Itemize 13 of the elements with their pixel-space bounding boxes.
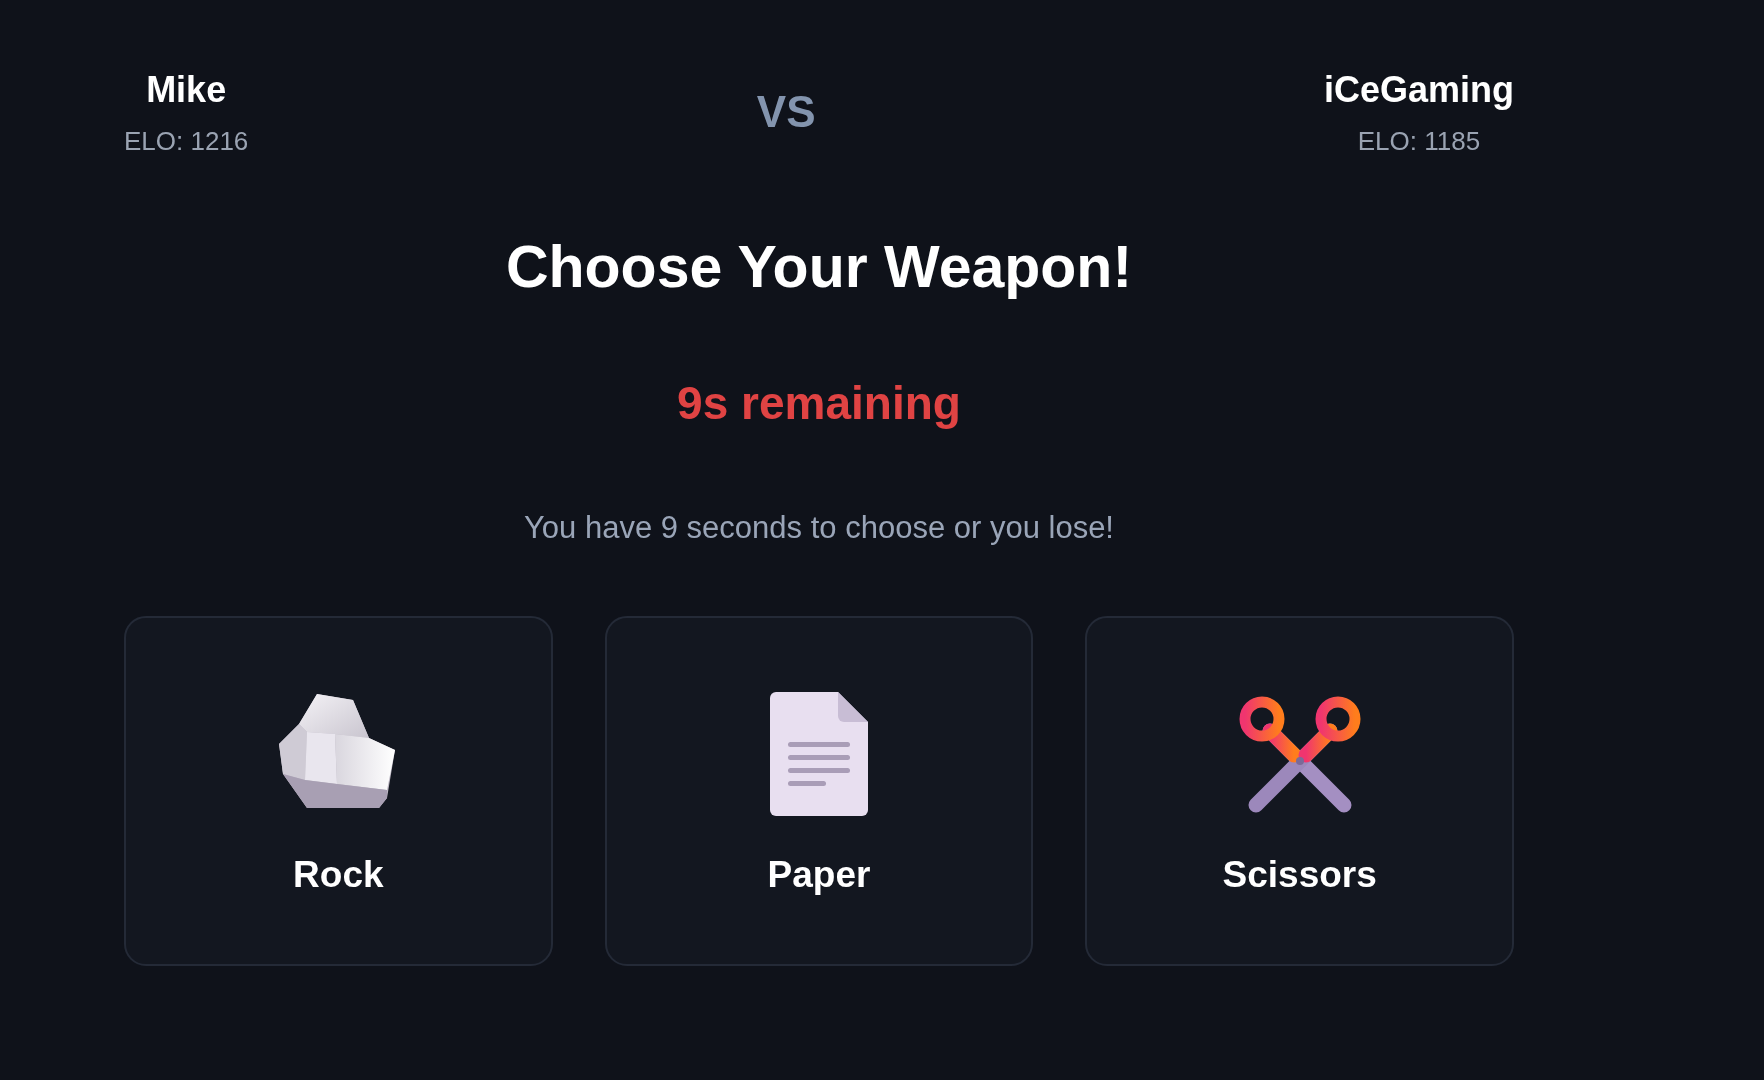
- player-name: Mike: [146, 68, 227, 112]
- weapon-choice-button[interactable]: Scissors: [1085, 616, 1514, 966]
- countdown-timer: 9s remaining: [677, 376, 961, 431]
- time-limit-notice: You have 9 seconds to choose or you lose!: [524, 509, 1114, 547]
- player-elo: ELO: 1216: [124, 125, 249, 157]
- player-elo: ELO: 1185: [1357, 125, 1481, 157]
- scissors-icon: [1237, 695, 1362, 813]
- page-heading: Choose Your Weapon!: [505, 233, 1133, 302]
- weapon-choice-button[interactable]: Paper: [604, 616, 1034, 966]
- player-name: iCeGaming: [1323, 68, 1514, 112]
- versus-label: VS: [756, 87, 816, 137]
- document-icon: [770, 692, 868, 816]
- weapon-choice-button[interactable]: Rock: [124, 616, 553, 966]
